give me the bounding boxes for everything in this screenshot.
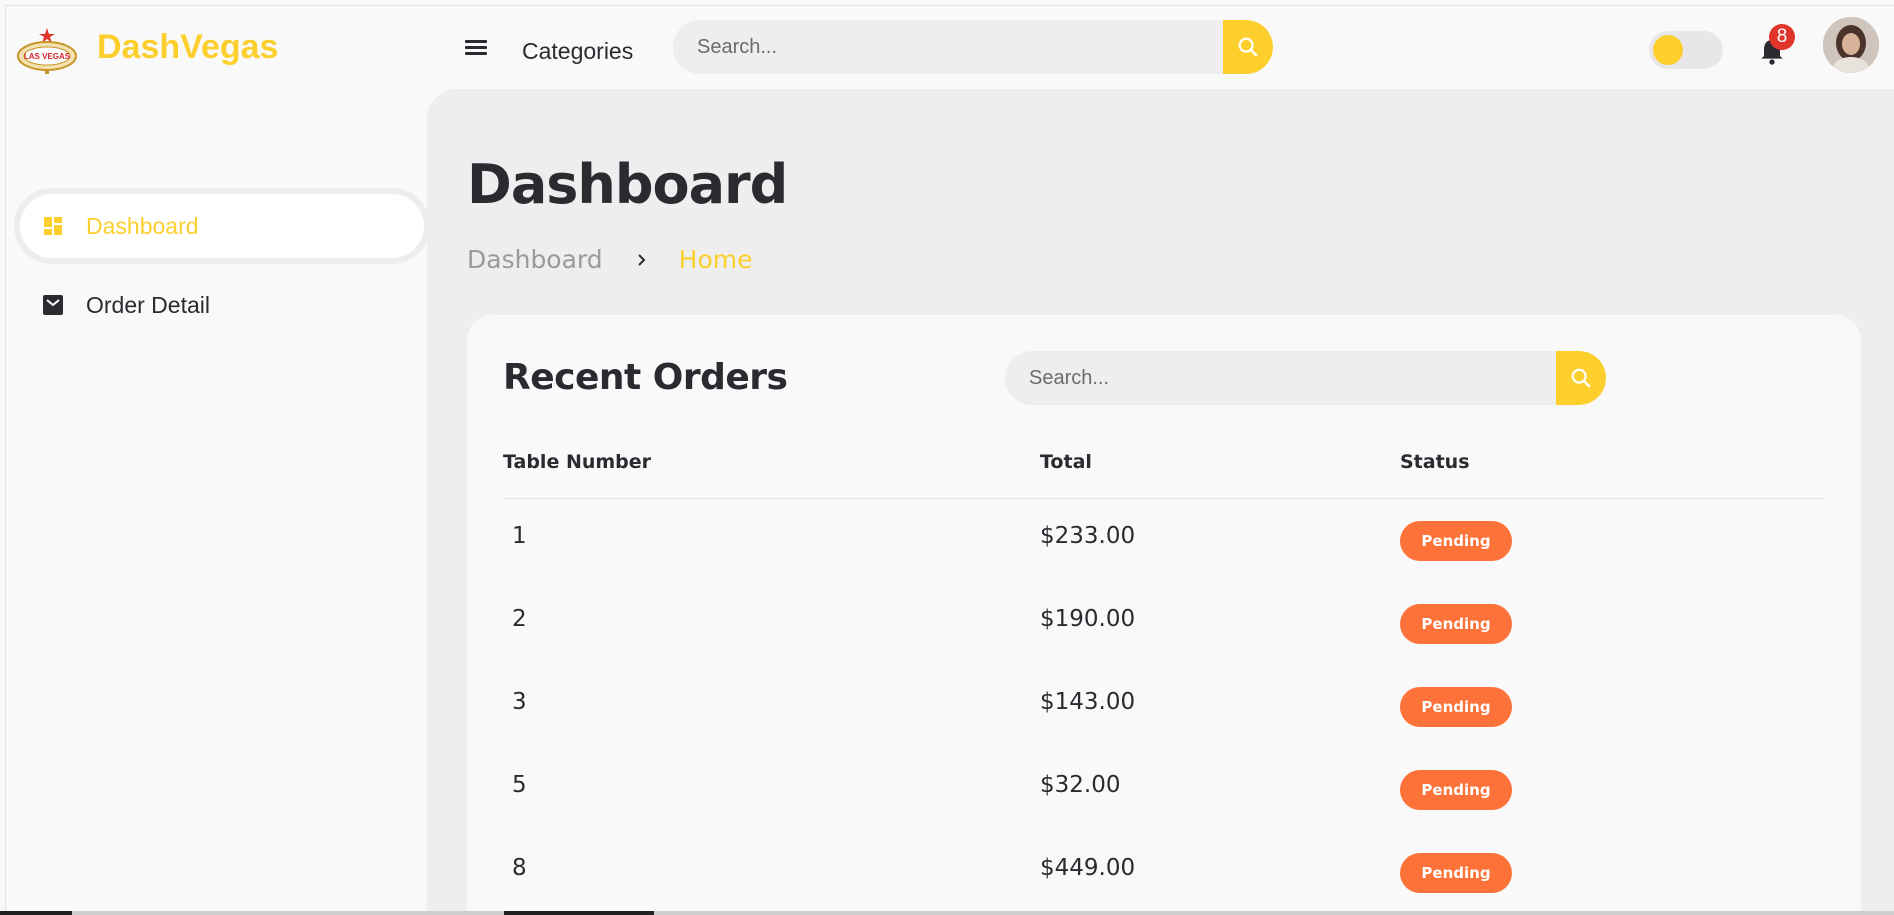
status-badge[interactable]: Pending: [1400, 853, 1512, 893]
main-content: Dashboard Dashboard Home Recent Orders S…: [427, 89, 1894, 911]
table-row[interactable]: 5 $32.00 Pending: [503, 748, 1825, 831]
sidebar: Dashboard Order Detail: [6, 91, 426, 911]
cell-total: $190.00: [1040, 606, 1136, 632]
orders-search-input[interactable]: [1005, 351, 1556, 405]
cell-total: $32.00: [1040, 772, 1121, 798]
card-title: Recent Orders: [503, 357, 788, 398]
column-header-status[interactable]: Status: [1400, 451, 1470, 473]
status-badge[interactable]: Pending: [1400, 687, 1512, 727]
chevron-right-icon: [637, 253, 646, 266]
table-header: Table Number Total Status: [503, 445, 1825, 499]
cell-table-number: 8: [512, 855, 527, 881]
status-badge[interactable]: Pending: [1400, 521, 1512, 561]
cell-table-number: 2: [512, 606, 527, 632]
envelope-box-icon: [42, 294, 64, 316]
app-window: LAS VEGAS DashVegas Categories 8: [5, 5, 1894, 911]
page-title: Dashboard: [467, 153, 788, 216]
breadcrumb-dashboard[interactable]: Dashboard: [467, 245, 603, 274]
cell-total: $449.00: [1040, 855, 1136, 881]
theme-toggle[interactable]: [1649, 31, 1723, 69]
top-bar: LAS VEGAS DashVegas Categories 8: [6, 6, 1894, 91]
dashboard-grid-icon: [42, 215, 64, 237]
table-row[interactable]: 3 $143.00 Pending: [503, 665, 1825, 748]
search-icon: [1571, 368, 1591, 388]
cell-table-number: 1: [512, 523, 527, 549]
sidebar-item-label: Dashboard: [86, 212, 199, 239]
breadcrumb-home[interactable]: Home: [679, 245, 753, 274]
column-header-table-number[interactable]: Table Number: [503, 451, 651, 473]
status-badge[interactable]: Pending: [1400, 604, 1512, 644]
search-icon: [1238, 37, 1258, 57]
cell-table-number: 5: [512, 772, 527, 798]
status-badge[interactable]: Pending: [1400, 770, 1512, 810]
logo-text: LAS VEGAS: [24, 52, 71, 61]
user-avatar-icon: [1823, 17, 1879, 73]
table-row[interactable]: 8 $449.00 Pending: [503, 831, 1825, 911]
column-header-total[interactable]: Total: [1040, 451, 1092, 473]
sidebar-item-label: Order Detail: [86, 291, 210, 318]
categories-menu[interactable]: Categories: [522, 38, 633, 65]
notification-badge: 8: [1769, 24, 1795, 50]
breadcrumb: Dashboard Home: [467, 245, 752, 274]
sidebar-item-order-detail[interactable]: Order Detail: [20, 273, 424, 337]
top-search-input[interactable]: [673, 20, 1223, 74]
hamburger-icon[interactable]: [465, 38, 487, 58]
recent-orders-card: Recent Orders Table Number Total Status …: [467, 315, 1861, 911]
cell-total: $233.00: [1040, 523, 1136, 549]
orders-search-button[interactable]: [1556, 351, 1606, 405]
sidebar-item-dashboard[interactable]: Dashboard: [20, 194, 424, 258]
top-search-bar: [673, 20, 1273, 74]
cell-total: $143.00: [1040, 689, 1136, 715]
brand-name[interactable]: DashVegas: [97, 28, 278, 67]
taskbar-strip: [0, 911, 1894, 915]
top-search-button[interactable]: [1223, 20, 1273, 74]
cell-table-number: 3: [512, 689, 527, 715]
orders-search-bar: [1005, 351, 1606, 405]
las-vegas-logo-icon: LAS VEGAS: [17, 28, 77, 74]
table-row[interactable]: 2 $190.00 Pending: [503, 582, 1825, 665]
avatar[interactable]: [1823, 17, 1879, 73]
table-row[interactable]: 1 $233.00 Pending: [503, 499, 1825, 582]
toggle-knob: [1653, 35, 1683, 65]
